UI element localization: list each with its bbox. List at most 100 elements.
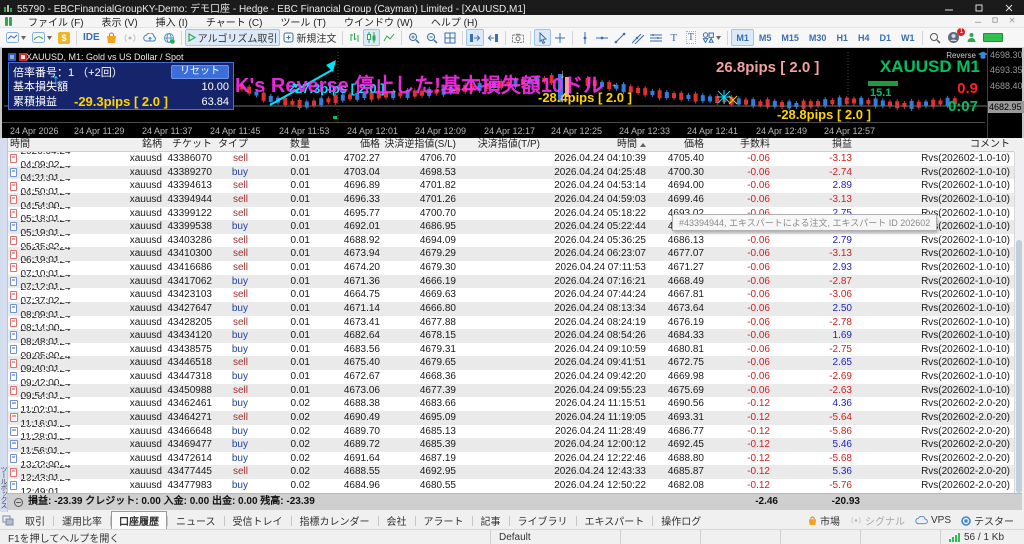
zoom-out-icon[interactable] <box>423 29 441 46</box>
child-minimize-icon[interactable] <box>975 16 982 27</box>
history-row[interactable]: 2026.04.24 06:19:01xauusd43410300sell0.0… <box>8 247 1014 261</box>
column-header-12[interactable]: コメント <box>856 138 1014 151</box>
column-header-8[interactable]: 時間 <box>544 138 650 151</box>
column-header-9[interactable]: 価格 <box>650 138 708 151</box>
history-row[interactable]: 2026.04.24 04:50:01xauusd43394613sell0.0… <box>8 179 1014 193</box>
history-row[interactable]: 2026.04.24 07:12:01xauusd43417062buy0.01… <box>8 275 1014 289</box>
timeframe-m5-button[interactable]: M5 <box>754 29 777 46</box>
child-close-icon[interactable] <box>1009 16 1016 27</box>
history-header-row[interactable]: 時間銘柄チケットタイプ数量価格決済逆指値(S/L)決済指値(T/P)時間価格手数… <box>8 138 1014 152</box>
column-header-1[interactable]: 銘柄 <box>108 138 166 151</box>
close-button[interactable] <box>994 0 1024 15</box>
tester-panel-button[interactable]: テスター <box>961 513 1014 528</box>
history-row[interactable]: 2026.04.24 12:49:01xauusd43477983buy0.02… <box>8 479 1014 493</box>
community-globe-icon[interactable] <box>160 29 178 46</box>
chart-area[interactable]: +++ XAUUSD, M1: Gold vs US Dollar / Spot… <box>0 48 1024 138</box>
channel-tool-icon[interactable] <box>629 29 647 46</box>
timeframe-h4-button[interactable]: H4 <box>853 29 875 46</box>
toolbox-tab-2[interactable]: 口座履歴 <box>111 511 167 530</box>
collapse-icon[interactable] <box>14 498 23 507</box>
history-row[interactable]: 2026.04.24 08:48:01xauusd43434120buy0.01… <box>8 329 1014 343</box>
timeframe-m1-button[interactable]: M1 <box>731 29 754 46</box>
column-header-4[interactable]: 数量 <box>252 138 314 151</box>
chart-shift-left-icon[interactable] <box>484 29 502 46</box>
time-axis[interactable]: 24 Apr 202624 Apr 11:2924 Apr 11:3724 Ap… <box>2 122 985 138</box>
timeframe-m15-button[interactable]: M15 <box>776 29 804 46</box>
toolbox-tab-3[interactable]: ニュース <box>168 511 224 530</box>
ide-button[interactable]: IDE <box>80 29 103 46</box>
column-header-7[interactable]: 決済指値(T/P) <box>460 138 544 151</box>
candlestick-mode-icon[interactable] <box>363 29 380 46</box>
vertical-line-tool-icon[interactable] <box>576 29 593 46</box>
trendline-tool-icon[interactable] <box>611 29 629 46</box>
history-row[interactable]: 2026.04.24 11:56:01xauusd43469477buy0.02… <box>8 438 1014 452</box>
tile-windows-icon[interactable] <box>441 29 459 46</box>
maximize-button[interactable] <box>964 0 994 15</box>
timeframe-h1-button[interactable]: H1 <box>831 29 853 46</box>
toolbox-tab-8[interactable]: 記事 <box>473 511 509 530</box>
timeframe-w1-button[interactable]: W1 <box>896 29 920 46</box>
history-row[interactable]: 2026.04.24 12:22:00xauusd43472614buy0.02… <box>8 452 1014 466</box>
column-header-11[interactable]: 損益 <box>774 138 856 151</box>
history-row[interactable]: 2026.04.24 07:37:02xauusd43423103sell0.0… <box>8 288 1014 302</box>
cloud-icon[interactable] <box>140 29 160 46</box>
history-row[interactable]: 2026.04.24 07:10:01xauusd43416686sell0.0… <box>8 261 1014 275</box>
line-chart-mode-icon[interactable] <box>380 29 398 46</box>
history-row[interactable]: 2026.04.24 05:35:02xauusd43403286sell0.0… <box>8 234 1014 248</box>
market-bag-icon[interactable] <box>103 29 120 46</box>
minimize-button[interactable] <box>934 0 964 15</box>
history-row[interactable]: 2026.04.24 04:21:01xauusd43389270buy0.01… <box>8 166 1014 180</box>
column-header-3[interactable]: タイプ <box>216 138 252 151</box>
horizontal-line-tool-icon[interactable] <box>593 29 611 46</box>
connection-status-icon[interactable] <box>963 29 980 46</box>
toolbox-tab-6[interactable]: 会社 <box>379 511 415 530</box>
toolbox-tab-9[interactable]: ライブラリ <box>510 511 576 530</box>
zoom-in-icon[interactable] <box>405 29 423 46</box>
history-row[interactable]: 2026.04.24 08:14:00xauusd43428205sell0.0… <box>8 316 1014 330</box>
column-header-0[interactable]: 時間 <box>8 138 108 151</box>
text-tool-icon[interactable]: T <box>665 29 682 46</box>
column-header-10[interactable]: 手数料 <box>708 138 774 151</box>
menu-item-4[interactable]: ツール (T) <box>271 14 335 29</box>
bar-chart-mode-icon[interactable] <box>346 29 363 46</box>
toolbox-tab-11[interactable]: 操作ログ <box>653 511 709 530</box>
history-row[interactable]: 2026.04.24 09:05:00xauusd43438575buy0.01… <box>8 343 1014 357</box>
ea-reset-button[interactable]: リセット <box>171 65 229 79</box>
history-row[interactable]: 2026.04.24 04:54:00xauusd43394944sell0.0… <box>8 193 1014 207</box>
shapes-tool-icon[interactable] <box>699 29 724 46</box>
history-row[interactable]: 2026.04.24 11:02:01xauusd43462461buy0.02… <box>8 397 1014 411</box>
toolbox-tab-10[interactable]: エキスパート <box>577 511 653 530</box>
chart-profile-button[interactable] <box>29 29 55 46</box>
timeframe-d1-button[interactable]: D1 <box>874 29 896 46</box>
history-row[interactable]: 2026.04.24 04:09:02xauusd43386070sell0.0… <box>8 152 1014 166</box>
chart-type-button[interactable] <box>3 29 29 46</box>
scrollbar-thumb[interactable] <box>1016 240 1022 493</box>
screenshot-camera-icon[interactable] <box>509 29 527 46</box>
history-row[interactable]: 2026.04.24 09:54:01xauusd43450988sell0.0… <box>8 384 1014 398</box>
algo-trading-button[interactable]: アルゴリズム取引 <box>185 29 281 46</box>
history-row[interactable]: 2026.04.24 11:28:01xauusd43466648buy0.02… <box>8 425 1014 439</box>
history-row[interactable]: 2026.04.24 11:16:01xauusd43464271sell0.0… <box>8 411 1014 425</box>
history-row[interactable]: 2026.04.24 09:42:00xauusd43447318buy0.01… <box>8 370 1014 384</box>
cursor-tool-icon[interactable] <box>534 29 551 46</box>
menu-item-2[interactable]: 挿入 (I) <box>147 14 197 29</box>
menu-item-0[interactable]: ファイル (F) <box>19 14 93 29</box>
text-label-tool-icon[interactable]: T <box>682 29 699 46</box>
history-row[interactable]: 2026.04.24 09:40:01xauusd43446518sell0.0… <box>8 356 1014 370</box>
column-header-6[interactable]: 決済逆指値(S/L) <box>384 138 460 151</box>
market-panel-button[interactable]: 市場 <box>808 513 840 528</box>
toolbox-tab-5[interactable]: 指標カレンダー <box>292 511 378 530</box>
history-row[interactable]: 2026.04.24 08:09:01xauusd43427647buy0.01… <box>8 302 1014 316</box>
search-icon[interactable] <box>926 29 944 46</box>
chart-shift-right-icon[interactable] <box>466 29 484 46</box>
column-header-5[interactable]: 価格 <box>314 138 384 151</box>
vps-panel-button[interactable]: VPS <box>915 515 951 526</box>
quotes-button[interactable]: $ <box>55 29 73 46</box>
toolbox-tab-1[interactable]: 運用比率 <box>54 511 110 530</box>
menu-item-6[interactable]: ヘルプ (H) <box>422 14 487 29</box>
child-restore-icon[interactable] <box>992 16 999 27</box>
new-order-button[interactable]: 新規注文 <box>280 29 339 46</box>
status-profile[interactable]: Default <box>490 530 620 544</box>
history-row[interactable]: 2026.04.24 12:43:01xauusd43477445sell0.0… <box>8 465 1014 479</box>
menu-item-5[interactable]: ウインドウ (W) <box>335 14 422 29</box>
